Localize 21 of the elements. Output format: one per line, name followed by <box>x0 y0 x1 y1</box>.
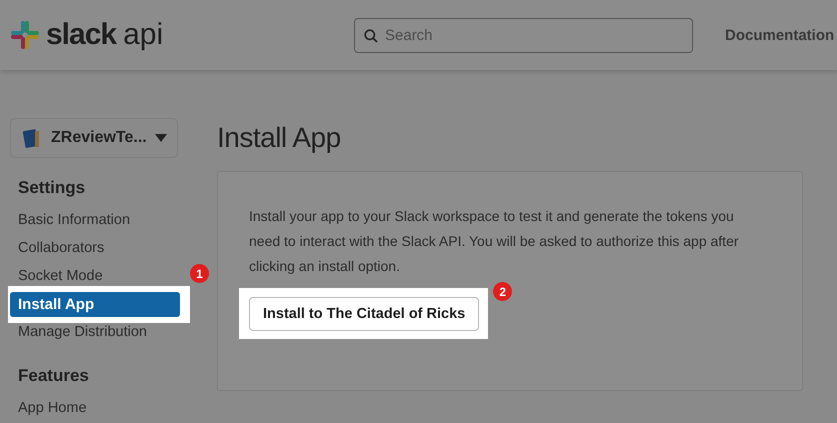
sidebar-item[interactable]: Socket Mode <box>10 264 103 288</box>
install-button[interactable]: Install to The Citadel of Ricks <box>249 297 480 331</box>
sidebar-item[interactable]: Collaborators <box>10 236 104 260</box>
page-title: Install App <box>217 122 342 154</box>
logo-text: api <box>123 18 164 51</box>
sidebar-item[interactable]: App Home <box>10 396 87 420</box>
sidebar-item[interactable]: Manage Distribution <box>10 320 147 344</box>
app-selector[interactable]: ZReviewTe... <box>10 118 178 158</box>
section-heading: Settings <box>18 178 86 198</box>
search-field[interactable]: Search <box>354 18 693 52</box>
sidebar-item[interactable]: Install App <box>10 292 180 317</box>
caret-icon <box>155 134 167 142</box>
logo-text: slack <box>46 18 116 51</box>
section-heading: Features <box>18 366 90 386</box>
step-badge: 1 <box>190 264 209 283</box>
nav-link[interactable]: Documentation <box>725 26 834 44</box>
logo-icon <box>10 20 40 50</box>
step-badge: 2 <box>493 282 512 301</box>
description-text: Install your app to your Slack workspace to test it and generate the tokens you need to interact with the Slack API. You will be asked to authorize this app after clicking an install option. <box>249 207 740 276</box>
search-icon <box>364 28 378 42</box>
sidebar-item[interactable]: Basic Information <box>10 208 130 232</box>
